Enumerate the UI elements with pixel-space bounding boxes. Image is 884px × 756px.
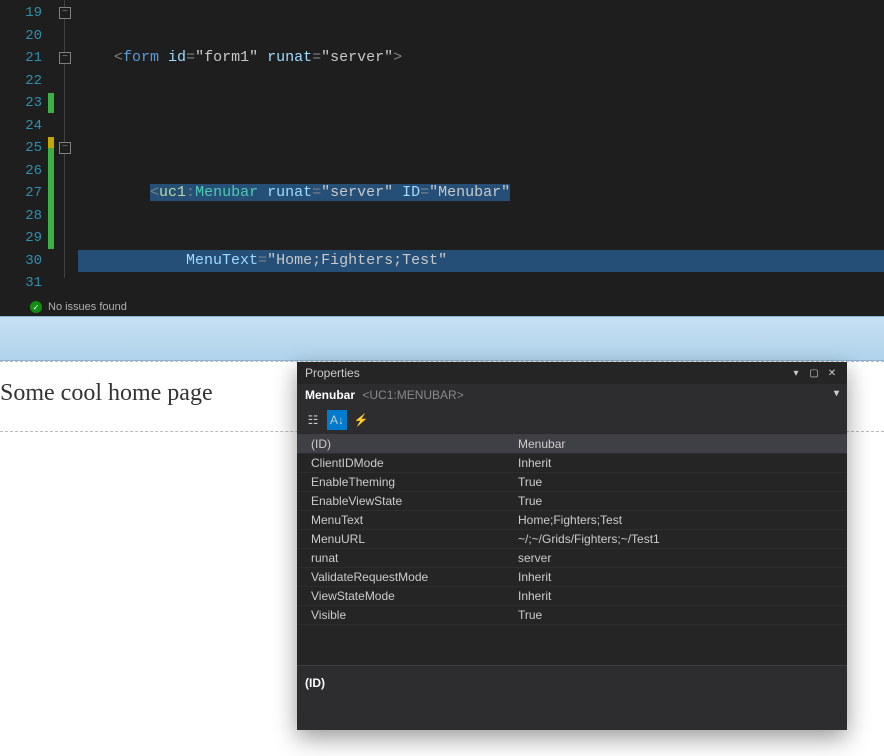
pin-icon[interactable]: ▢: [807, 366, 821, 380]
line-number: 22: [0, 70, 42, 93]
property-name: MenuText: [297, 511, 512, 529]
property-row[interactable]: MenuTextHome;Fighters;Test: [297, 511, 847, 530]
property-row[interactable]: MenuURL~/;~/Grids/Fighters;~/Test1: [297, 530, 847, 549]
property-value[interactable]: Home;Fighters;Test: [512, 511, 847, 529]
close-icon[interactable]: ✕: [825, 366, 839, 380]
line-number: 31: [0, 272, 42, 295]
line-number: 26: [0, 160, 42, 183]
code-editor[interactable]: 19 20 21 22 23 24 25 26 27 28 29 30 31 −…: [0, 0, 884, 298]
property-name: runat: [297, 549, 512, 567]
property-row[interactable]: EnableViewStateTrue: [297, 492, 847, 511]
line-number: 29: [0, 227, 42, 250]
property-row[interactable]: ClientIDModeInherit: [297, 454, 847, 473]
fold-column: − − −: [56, 0, 78, 298]
property-value[interactable]: True: [512, 492, 847, 510]
property-value[interactable]: ~/;~/Grids/Fighters;~/Test1: [512, 530, 847, 548]
property-value[interactable]: True: [512, 606, 847, 624]
window-title: Properties: [305, 366, 360, 380]
property-value[interactable]: Inherit: [512, 568, 847, 586]
line-number: 23: [0, 92, 42, 115]
properties-toolbar: ☷ A↓ ⚡: [297, 406, 847, 435]
unsaved-marker: [48, 137, 54, 148]
property-name: EnableViewState: [297, 492, 512, 510]
property-name: ViewStateMode: [297, 587, 512, 605]
code-area[interactable]: <form id="form1" runat="server"> <uc1:Me…: [78, 0, 884, 298]
property-row[interactable]: VisibleTrue: [297, 606, 847, 625]
line-number: 20: [0, 25, 42, 48]
chevron-down-icon[interactable]: ▾: [834, 388, 839, 399]
change-margin: [48, 0, 56, 298]
check-icon: ✓: [30, 301, 42, 313]
modified-marker: [48, 148, 54, 249]
property-row[interactable]: (ID)Menubar: [297, 435, 847, 454]
property-row[interactable]: EnableThemingTrue: [297, 473, 847, 492]
property-name: (ID): [297, 435, 512, 453]
line-number: 25: [0, 137, 42, 160]
properties-grid[interactable]: (ID)Menubar ClientIDModeInherit EnableTh…: [297, 435, 847, 665]
editor-statusbar: ✓ No issues found: [0, 298, 884, 316]
fold-toggle[interactable]: −: [59, 52, 71, 64]
property-row[interactable]: ValidateRequestModeInherit: [297, 568, 847, 587]
property-name: EnableTheming: [297, 473, 512, 491]
line-number: 27: [0, 182, 42, 205]
property-name: ValidateRequestMode: [297, 568, 512, 586]
fold-toggle[interactable]: −: [59, 142, 71, 154]
modified-marker: [48, 93, 54, 113]
line-number: 19: [0, 2, 42, 25]
property-name: MenuURL: [297, 530, 512, 548]
categorized-icon[interactable]: ☷: [303, 410, 323, 430]
line-number: 28: [0, 205, 42, 228]
properties-titlebar[interactable]: Properties ▾ ▢ ✕: [297, 362, 847, 384]
line-number: 21: [0, 47, 42, 70]
object-selector[interactable]: Menubar <UC1:MENUBAR> ▾: [297, 384, 847, 406]
property-value[interactable]: Inherit: [512, 587, 847, 605]
property-value[interactable]: True: [512, 473, 847, 491]
object-name: Menubar: [305, 388, 355, 402]
property-name: Visible: [297, 606, 512, 624]
property-row[interactable]: runatserver: [297, 549, 847, 568]
fold-toggle[interactable]: −: [59, 7, 71, 19]
designer-toolbar-band: [0, 316, 884, 361]
design-view[interactable]: Some cool home page Properties ▾ ▢ ✕ Men…: [0, 361, 884, 756]
property-description: (ID): [297, 665, 847, 730]
property-name: ClientIDMode: [297, 454, 512, 472]
property-value[interactable]: server: [512, 549, 847, 567]
dropdown-icon[interactable]: ▾: [789, 366, 803, 380]
line-number: 30: [0, 250, 42, 273]
properties-window[interactable]: Properties ▾ ▢ ✕ Menubar <UC1:MENUBAR> ▾…: [297, 362, 847, 730]
description-label: (ID): [305, 676, 839, 690]
property-value[interactable]: Inherit: [512, 454, 847, 472]
line-number: 24: [0, 115, 42, 138]
object-type: <UC1:MENUBAR>: [362, 388, 463, 402]
line-number-gutter: 19 20 21 22 23 24 25 26 27 28 29 30 31: [0, 0, 48, 298]
property-value[interactable]: Menubar: [512, 435, 847, 453]
issues-text: No issues found: [48, 301, 127, 313]
property-row[interactable]: ViewStateModeInherit: [297, 587, 847, 606]
events-icon[interactable]: ⚡: [351, 410, 371, 430]
alphabetical-icon[interactable]: A↓: [327, 410, 347, 430]
